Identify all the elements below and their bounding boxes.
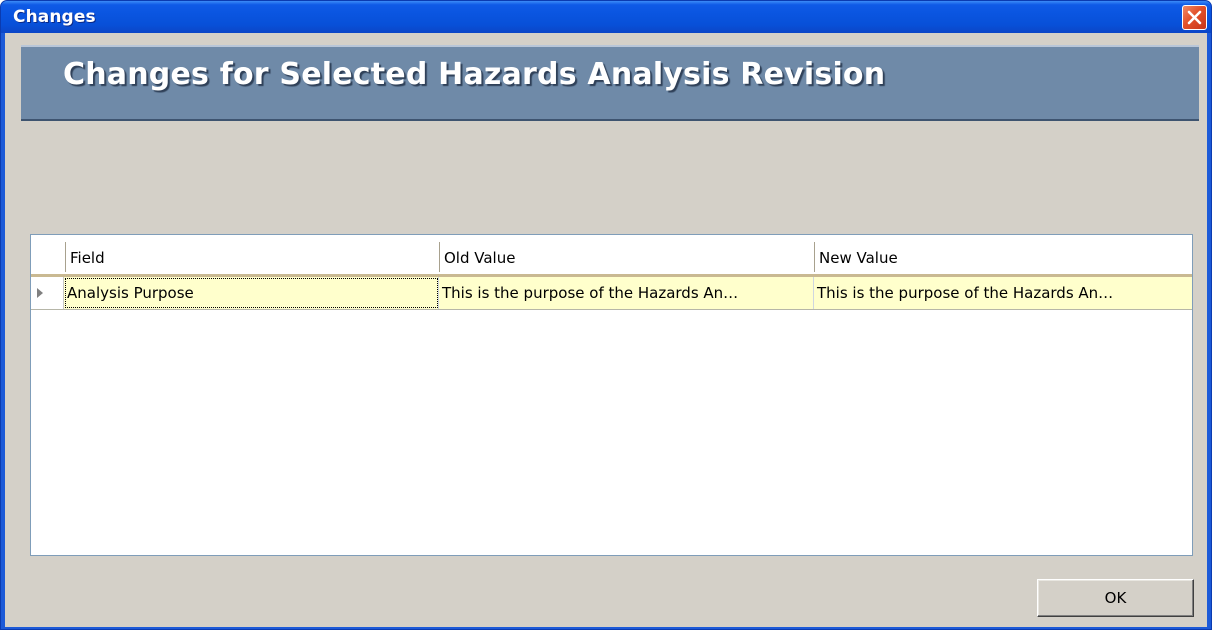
- title-bar[interactable]: Changes: [1, 1, 1211, 33]
- ok-button[interactable]: OK: [1037, 579, 1194, 617]
- cell-field[interactable]: Analysis Purpose: [64, 277, 439, 309]
- cell-old-value[interactable]: This is the purpose of the Hazards An…: [439, 277, 814, 309]
- changes-dialog: Changes Changes for Selected Hazards Ana…: [0, 0, 1212, 630]
- window-title: Changes: [13, 7, 96, 27]
- close-button[interactable]: [1182, 5, 1207, 30]
- row-selector[interactable]: [31, 277, 64, 309]
- header-banner: Changes for Selected Hazards Analysis Re…: [21, 45, 1199, 121]
- row-pointer-icon: [37, 288, 43, 298]
- grid-header: Field Old Value New Value: [31, 235, 1192, 277]
- table-row[interactable]: Analysis Purpose This is the purpose of …: [31, 277, 1192, 310]
- row-selector-header: [31, 235, 65, 274]
- column-header-old-value[interactable]: Old Value: [439, 235, 814, 274]
- page-title: Changes for Selected Hazards Analysis Re…: [63, 57, 886, 92]
- close-icon: [1187, 10, 1202, 25]
- column-header-field[interactable]: Field: [65, 235, 439, 274]
- column-header-new-value[interactable]: New Value: [814, 235, 1192, 274]
- changes-grid[interactable]: Field Old Value New Value Analysis Purpo…: [30, 234, 1193, 556]
- cell-new-value[interactable]: This is the purpose of the Hazards An…: [814, 277, 1192, 309]
